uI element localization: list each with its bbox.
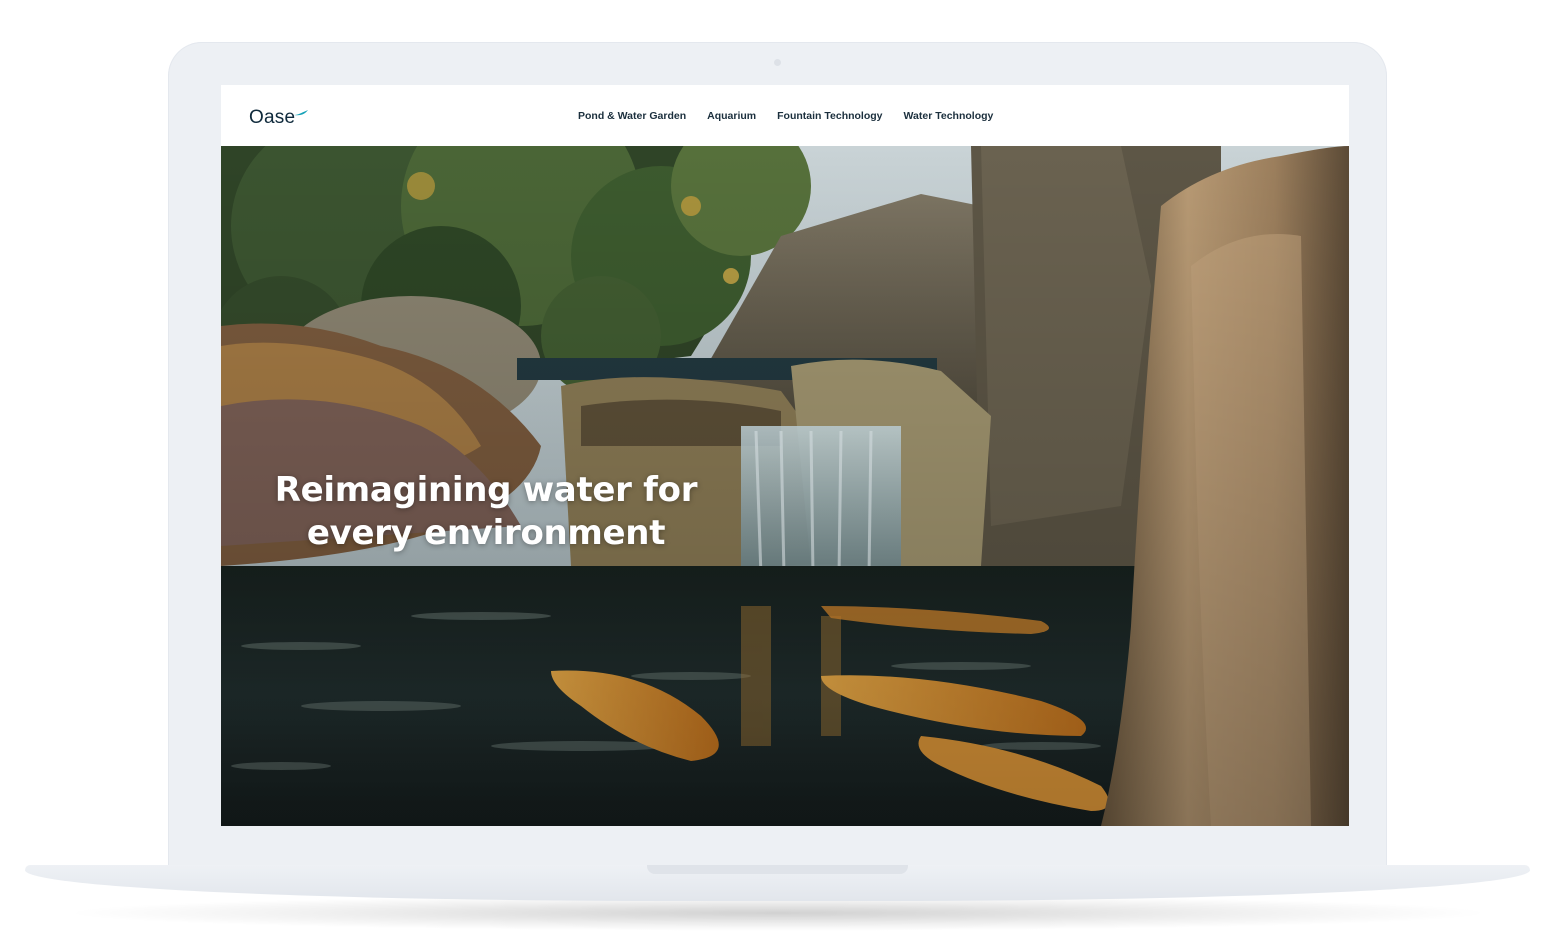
nav-item-pond-water-garden[interactable]: Pond & Water Garden [578, 110, 686, 122]
brand-logo-text: Oase [249, 107, 296, 128]
laptop-base [25, 865, 1530, 901]
hero-headline-line-2: every environment [306, 512, 666, 553]
hero-headline-line-1: Reimagining water for [274, 469, 698, 510]
brand-logo[interactable]: Oase [249, 105, 311, 131]
main-navigation: Pond & Water Garden Aquarium Fountain Te… [578, 85, 993, 146]
site-header: Oase Pond & Water Garden Aquarium Founta… [221, 85, 1349, 146]
nav-item-water-technology[interactable]: Water Technology [904, 110, 994, 122]
nav-item-fountain-technology[interactable]: Fountain Technology [777, 110, 882, 122]
wave-icon [294, 110, 309, 116]
website-screen: Oase Pond & Water Garden Aquarium Founta… [221, 85, 1349, 826]
nav-item-aquarium[interactable]: Aquarium [707, 110, 756, 122]
laptop-base-notch [647, 865, 908, 874]
mockup-stage: Oase Pond & Water Garden Aquarium Founta… [0, 0, 1556, 951]
hero-banner: Reimagining water for every environment [221, 146, 1349, 826]
hero-headline: Reimagining water for every environment [261, 469, 711, 555]
camera-dot [774, 59, 781, 66]
